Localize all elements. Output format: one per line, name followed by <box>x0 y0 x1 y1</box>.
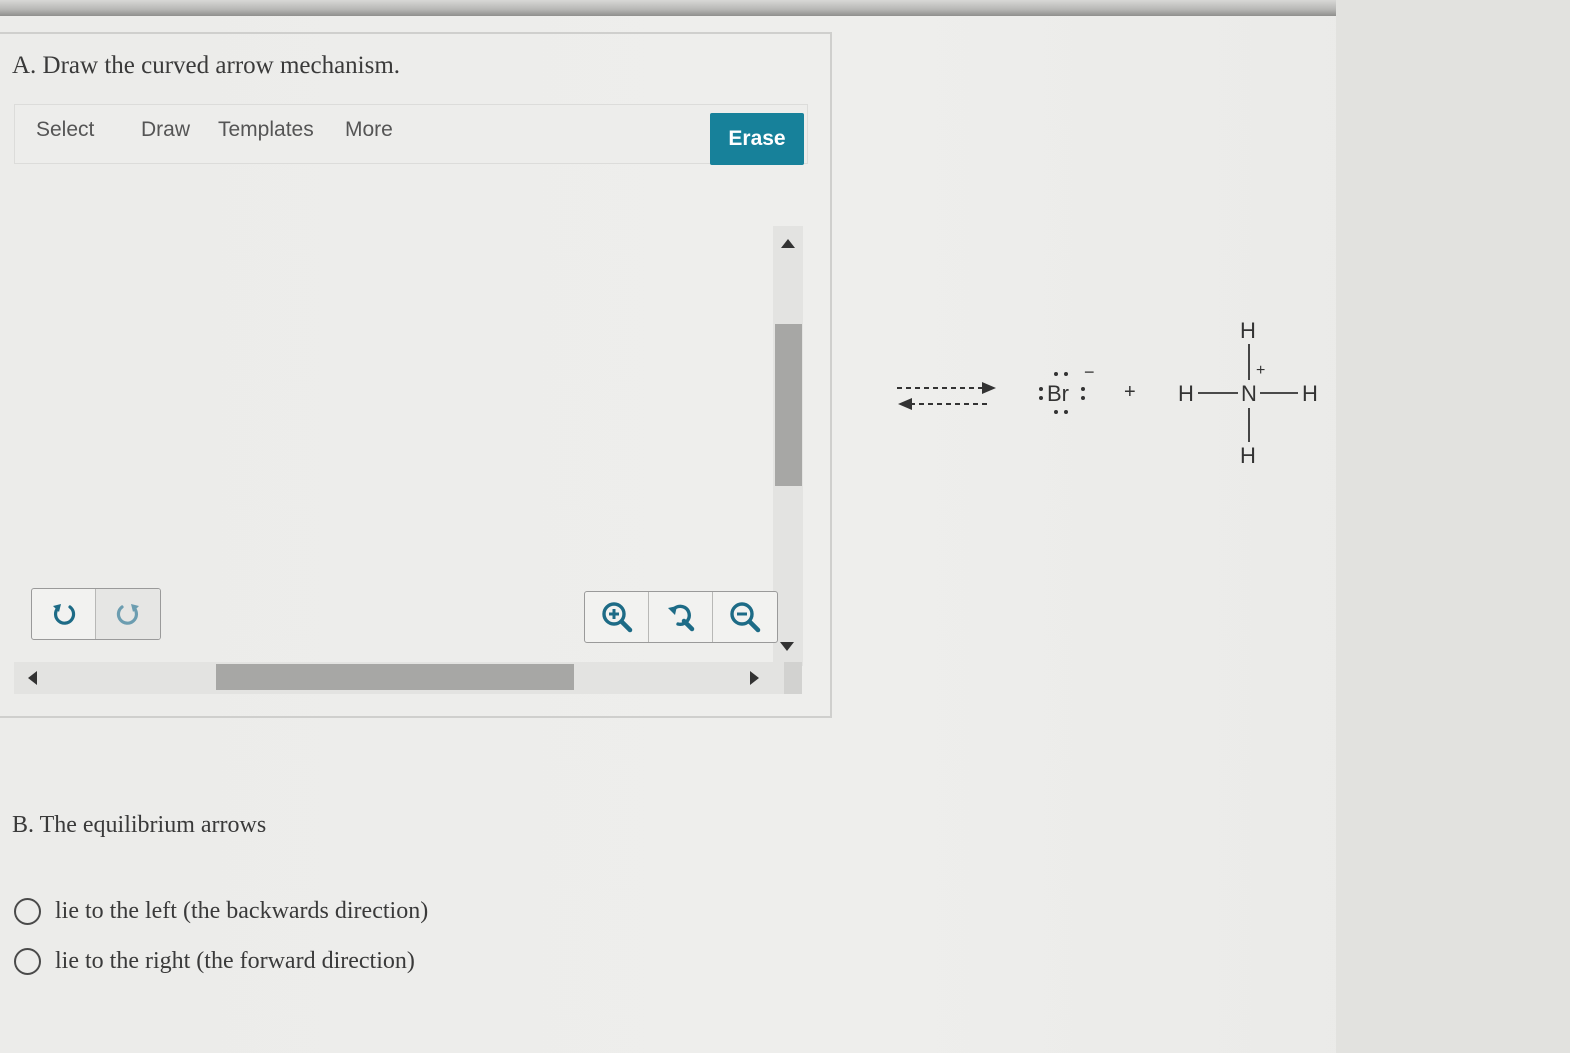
toolbar-templates[interactable]: Templates <box>218 118 314 142</box>
scroll-right-icon[interactable] <box>750 671 759 685</box>
option-left-label: lie to the left (the backwards direction… <box>55 898 429 924</box>
ammonium-nitrogen: N <box>1241 381 1257 406</box>
zoom-out-button[interactable] <box>713 592 777 642</box>
redo-icon <box>116 604 139 625</box>
zoom-out-icon <box>730 602 761 633</box>
ammonium-h-right: H <box>1302 381 1318 406</box>
zoom-in-button[interactable] <box>585 592 649 642</box>
scroll-left-icon[interactable] <box>28 671 37 685</box>
ammonium-charge: + <box>1256 362 1266 379</box>
undo-redo-group <box>31 588 161 640</box>
radio-button-right[interactable] <box>14 948 41 975</box>
reset-zoom-button[interactable] <box>649 592 713 642</box>
horizontal-scrollbar[interactable] <box>14 662 802 694</box>
ammonium-h-top: H <box>1240 318 1256 343</box>
page: A. Draw the curved arrow mechanism. Sele… <box>0 0 1570 1053</box>
part-b-title: B. The equilibrium arrows <box>12 812 267 838</box>
vertical-scroll-thumb[interactable] <box>775 324 802 486</box>
toolbar-select[interactable]: Select <box>36 118 94 142</box>
zoom-in-icon <box>601 602 632 633</box>
option-right-label: lie to the right (the forward direction) <box>55 948 415 974</box>
bromide-charge: − <box>1084 362 1095 382</box>
top-edge-bar <box>0 0 1352 16</box>
undo-button[interactable] <box>32 589 96 639</box>
right-background-strip <box>1336 0 1570 1053</box>
scroll-down-icon[interactable] <box>780 642 794 651</box>
zoom-controls <box>584 591 778 643</box>
ammonium-h-left: H <box>1178 381 1194 406</box>
scrollbar-corner <box>784 662 802 694</box>
option-right[interactable]: lie to the right (the forward direction) <box>14 948 415 975</box>
scroll-up-icon[interactable] <box>781 239 795 248</box>
undo-icon <box>52 604 75 625</box>
reset-zoom-icon <box>667 604 694 632</box>
option-left[interactable]: lie to the left (the backwards direction… <box>14 898 428 925</box>
erase-button[interactable]: Erase <box>710 113 804 165</box>
reaction-plus-sign: + <box>1124 381 1136 403</box>
equilibrium-arrows-icon <box>897 382 996 410</box>
drawing-toolbar: Select Draw Templates More <box>14 104 808 164</box>
redo-button[interactable] <box>96 589 160 639</box>
horizontal-scroll-thumb[interactable] <box>216 664 574 690</box>
ammonium-h-bottom: H <box>1240 443 1256 468</box>
toolbar-more[interactable]: More <box>345 118 393 142</box>
part-a-title: A. Draw the curved arrow mechanism. <box>12 52 401 79</box>
toolbar-draw[interactable]: Draw <box>141 118 190 142</box>
radio-button-left[interactable] <box>14 898 41 925</box>
